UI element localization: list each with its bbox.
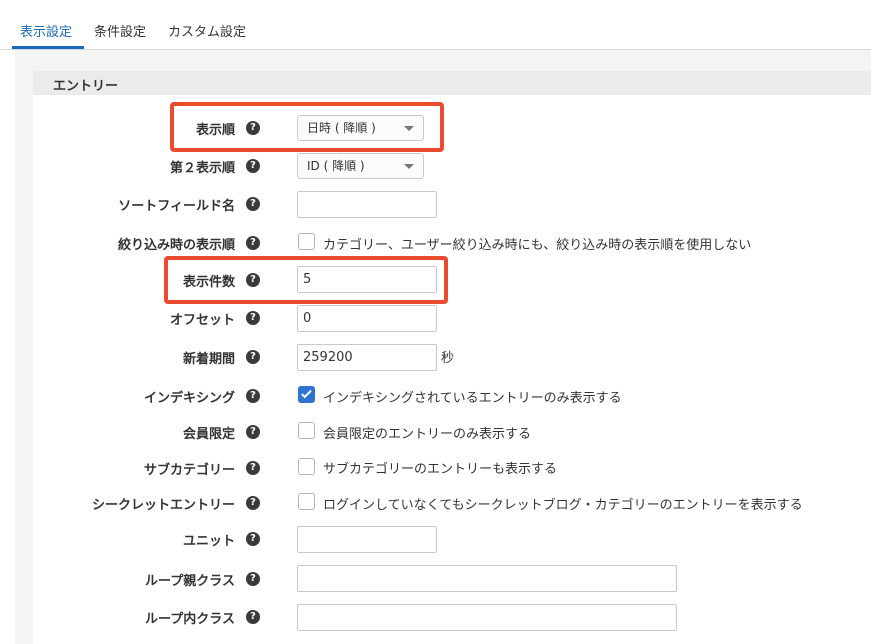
help-icon[interactable]: ? <box>246 236 260 250</box>
highlight-box-order <box>170 102 444 152</box>
secret-entry-label: シークレットエントリー <box>91 498 235 513</box>
tab-bar: 表示設定 条件設定 カスタム設定 <box>0 0 871 50</box>
narrow-order-checkbox[interactable] <box>298 233 315 250</box>
chevron-down-icon <box>404 164 414 169</box>
tab-display-settings[interactable]: 表示設定 <box>20 21 72 40</box>
indexing-checkbox-label: インデキシングされているエントリーのみ表示する <box>323 391 622 406</box>
new-period-input[interactable]: 259200 <box>297 344 437 371</box>
sort-field-input[interactable] <box>297 191 437 218</box>
order2-label: 第２表示順 <box>169 161 235 176</box>
tab-custom-settings[interactable]: カスタム設定 <box>168 21 246 40</box>
help-icon[interactable]: ? <box>246 532 260 546</box>
order2-select-value: ID ( 降順 ) <box>307 159 365 173</box>
subcategory-checkbox[interactable] <box>298 458 315 475</box>
help-icon[interactable]: ? <box>246 389 260 403</box>
indexing-checkbox[interactable] <box>298 386 315 403</box>
new-period-label: 新着期間 <box>182 352 235 367</box>
tab-condition-settings[interactable]: 条件設定 <box>94 21 146 40</box>
indexing-label: インデキシング <box>143 391 235 406</box>
loop-inner-class-label: ループ内クラス <box>145 612 235 627</box>
help-icon[interactable]: ? <box>246 311 260 325</box>
section-header: エントリー <box>33 71 871 95</box>
narrow-order-label: 絞り込み時の表示順 <box>117 238 235 253</box>
help-icon[interactable]: ? <box>246 425 260 439</box>
offset-input[interactable]: 0 <box>297 305 437 332</box>
checkmark-icon <box>301 387 312 399</box>
narrow-order-checkbox-label: カテゴリー、ユーザー絞り込み時にも、絞り込み時の表示順を使用しない <box>323 238 752 253</box>
secret-entry-checkbox-label: ログインしていなくてもシークレットブログ・カテゴリーのエントリーを表示する <box>323 498 803 513</box>
secret-entry-checkbox[interactable] <box>298 493 315 510</box>
sort-field-label: ソートフィールド名 <box>118 199 235 214</box>
new-period-unit: 秒 <box>441 351 455 366</box>
loop-parent-class-label: ループ親クラス <box>145 574 235 589</box>
members-only-checkbox[interactable] <box>298 422 315 439</box>
help-icon[interactable]: ? <box>246 610 260 624</box>
unit-input[interactable] <box>297 526 437 553</box>
loop-parent-class-input[interactable] <box>297 565 677 592</box>
offset-label: オフセット <box>169 313 235 328</box>
help-icon[interactable]: ? <box>246 159 260 173</box>
subcategory-checkbox-label: サブカテゴリーのエントリーも表示する <box>323 462 558 477</box>
subcategory-label: サブカテゴリー <box>143 463 235 478</box>
members-only-checkbox-label: 会員限定のエントリーのみ表示する <box>323 427 532 442</box>
help-icon[interactable]: ? <box>246 350 260 364</box>
loop-inner-class-input[interactable] <box>297 604 677 631</box>
unit-label: ユニット <box>182 534 235 549</box>
help-icon[interactable]: ? <box>246 496 260 510</box>
section-title: エントリー <box>53 79 119 94</box>
members-only-label: 会員限定 <box>182 427 235 442</box>
order2-select[interactable]: ID ( 降順 ) <box>297 153 424 179</box>
highlight-box-limit <box>164 256 448 304</box>
help-icon[interactable]: ? <box>246 572 260 586</box>
help-icon[interactable]: ? <box>246 461 260 475</box>
help-icon[interactable]: ? <box>246 197 260 211</box>
active-tab-indicator <box>12 46 84 49</box>
entry-settings-form <box>33 95 871 644</box>
